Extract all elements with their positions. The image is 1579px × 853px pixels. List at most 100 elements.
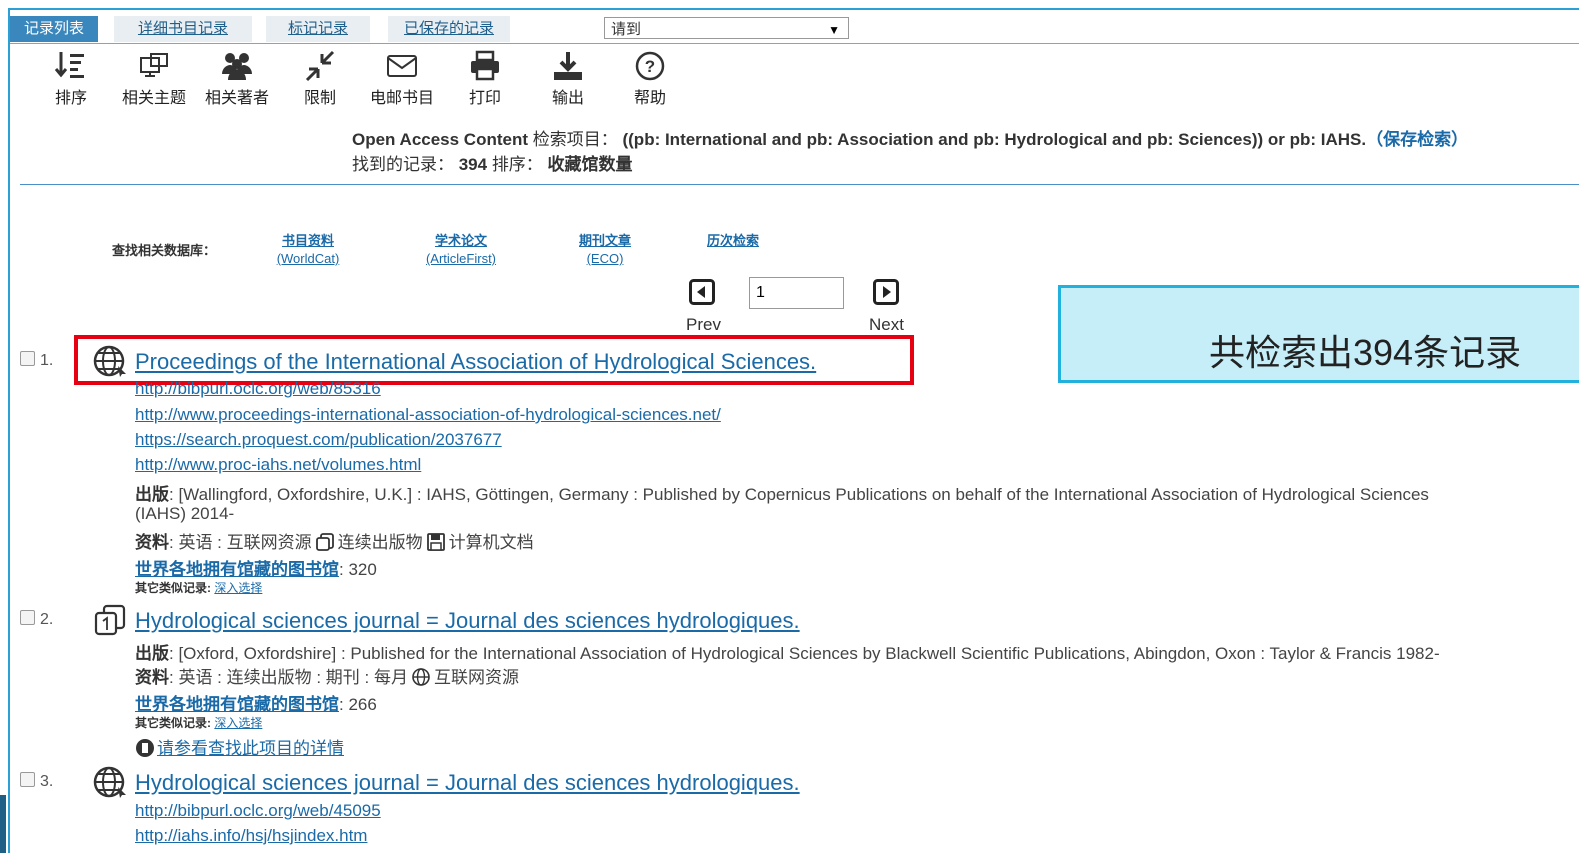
highlight-box (74, 335, 914, 385)
record-1-libraries: 世界各地拥有馆藏的图书馆: 320 (135, 555, 377, 580)
svg-text:?: ? (645, 57, 655, 76)
result-count-callout: 共检索出394条记录 (1058, 285, 1579, 383)
next-page-button[interactable] (873, 279, 899, 305)
record-1-similar: 其它类似记录: 深入选择 (135, 579, 262, 596)
db-articlefirst-sub: (ArticleFirst) (425, 251, 497, 266)
record-2-similar: 其它类似记录: 深入选择 (135, 714, 262, 731)
export-icon (547, 50, 589, 84)
search-query-line: Open Access Content 检索项目： ((pb: Internat… (352, 125, 1468, 150)
search-history-title: 历次检索 (706, 234, 759, 249)
found-label: 找到的记录： (352, 155, 454, 174)
email-button[interactable]: 电邮书目 (364, 50, 440, 108)
publisher-text: : [Oxford, Oxfordshire] : Published for … (169, 644, 1440, 663)
authors-icon (199, 50, 275, 84)
related-authors-button[interactable]: 相关著者 (199, 50, 275, 108)
db-worldcat-sub: (WorldCat) (276, 251, 340, 266)
db-eco-link[interactable]: 期刊文章 (ECO) (568, 230, 642, 266)
resource-label: 资料 (135, 533, 169, 552)
record-2-libraries: 世界各地拥有馆藏的图书馆: 266 (135, 690, 377, 715)
help-icon: ? (629, 50, 671, 84)
found-count: 394 (454, 155, 492, 174)
record-2-publisher: 出版: [Oxford, Oxfordshire] : Published fo… (135, 639, 1440, 664)
internet-resource-text: 互联网资源 (433, 668, 519, 687)
related-db-label: 查找相关数据库： (112, 244, 217, 259)
publisher-label: 出版 (135, 485, 169, 504)
similar-link[interactable]: 深入选择 (214, 581, 262, 595)
resource-text: : 英语 : 连续出版物 : 期刊 : 每月 (169, 668, 408, 687)
sort-icon (50, 50, 92, 84)
record-2-checkbox[interactable] (20, 610, 35, 625)
email-label: 电邮书目 (369, 90, 434, 107)
record-2-number: 2. (40, 611, 54, 628)
record-1-link[interactable]: https://search.proquest.com/publication/… (135, 430, 502, 450)
help-label: 帮助 (633, 90, 666, 107)
next-label: Next (869, 315, 904, 334)
libraries-count: : 266 (339, 695, 377, 714)
authors-label: 相关著者 (204, 90, 269, 107)
tab-marked-records[interactable]: 标记记录 (266, 16, 370, 42)
search-history-link[interactable]: 历次检索 (700, 230, 766, 249)
tab-record-list[interactable]: 记录列表 (10, 16, 98, 42)
tab-detailed-record[interactable]: 详细书目记录 (114, 16, 252, 42)
record-2-detail-link[interactable]: 请参看查找此项目的详情 (135, 734, 344, 759)
sort-button[interactable]: 排序 (50, 50, 92, 108)
record-1-link[interactable]: http://www.proceedings-international-ass… (135, 405, 721, 425)
search-label: 检索项目： (528, 130, 618, 149)
record-1-publisher: 出版: [Wallingford, Oxfordshire, U.K.] : I… (135, 480, 1429, 505)
corner-decoration (0, 795, 6, 853)
results-summary-line: 找到的记录： 394 排序： 收藏馆数量 (352, 150, 633, 175)
record-3-checkbox[interactable] (20, 772, 35, 787)
detail-link-text: 请参看查找此项目的详情 (157, 739, 344, 758)
prev-arrow-icon (689, 279, 715, 305)
subjects-label: 相关主题 (121, 90, 186, 107)
record-1-resource: 资料: 英语 : 互联网资源 连续出版物 计算机文档 (135, 528, 534, 553)
goto-select[interactable]: 请到 ▼ (604, 17, 849, 39)
record-3-title[interactable]: Hydrological sciences journal = Journal … (135, 770, 800, 796)
help-button[interactable]: ? 帮助 (629, 50, 671, 108)
resource-text: : 英语 : 互联网资源 (169, 533, 312, 552)
record-1-link[interactable]: http://www.proc-iahs.net/volumes.html (135, 455, 421, 475)
page-number-input[interactable] (749, 277, 844, 309)
limit-button[interactable]: 限制 (299, 50, 341, 108)
publisher-text: : [Wallingford, Oxfordshire, U.K.] : IAH… (169, 485, 1429, 504)
limit-icon (299, 50, 341, 84)
record-3-link[interactable]: http://bibpurl.oclc.org/web/45095 (135, 801, 381, 821)
db-eco-sub: (ECO) (586, 251, 624, 266)
internet-resource-icon (92, 765, 128, 799)
record-1-link[interactable]: http://bibpurl.oclc.org/web/85316 (135, 379, 381, 399)
libraries-link[interactable]: 世界各地拥有馆藏的图书馆 (135, 560, 339, 580)
tab-saved-records[interactable]: 已保存的记录 (388, 16, 510, 42)
libraries-count: : 320 (339, 560, 377, 579)
limit-label: 限制 (303, 90, 336, 107)
similar-link[interactable]: 深入选择 (214, 716, 262, 730)
serial-text: 连续出版物 (337, 533, 423, 552)
export-label: 输出 (551, 90, 584, 107)
record-3-link[interactable]: http://iahs.info/hsj/hsjindex.htm (135, 826, 367, 846)
computer-file-text: 计算机文档 (448, 533, 534, 552)
resource-label: 资料 (135, 668, 169, 687)
subjects-icon (116, 50, 192, 84)
internet-resource-icon (411, 667, 431, 687)
db-articlefirst-link[interactable]: 学术论文 (ArticleFirst) (416, 230, 506, 266)
libraries-link[interactable]: 世界各地拥有馆藏的图书馆 (135, 695, 339, 715)
similar-label: 其它类似记录: (135, 716, 215, 730)
db-worldcat-link[interactable]: 书目资料 (WorldCat) (268, 230, 348, 266)
print-button[interactable]: 打印 (464, 50, 506, 108)
export-button[interactable]: 输出 (547, 50, 589, 108)
record-3-number: 3. (40, 773, 54, 790)
search-query: ((pb: International and pb: Association … (617, 130, 1367, 149)
goto-select-value: 请到 (611, 21, 642, 38)
save-search-link[interactable]: （保存检索） (1366, 130, 1468, 149)
record-1-number: 1. (40, 352, 54, 369)
computer-file-icon (426, 532, 446, 552)
record-2-resource: 资料: 英语 : 连续出版物 : 期刊 : 每月 互联网资源 (135, 663, 519, 688)
record-2-title[interactable]: Hydrological sciences journal = Journal … (135, 608, 800, 634)
sort-by-label: 排序： (491, 155, 543, 174)
email-icon (364, 50, 440, 84)
prev-page-button[interactable] (689, 279, 715, 305)
related-subjects-button[interactable]: 相关主题 (116, 50, 192, 108)
next-arrow-icon (873, 279, 899, 305)
callout-text: 共检索出394条记录 (1209, 332, 1522, 373)
db-articlefirst-title: 学术论文 (434, 234, 487, 249)
record-1-checkbox[interactable] (20, 351, 35, 366)
